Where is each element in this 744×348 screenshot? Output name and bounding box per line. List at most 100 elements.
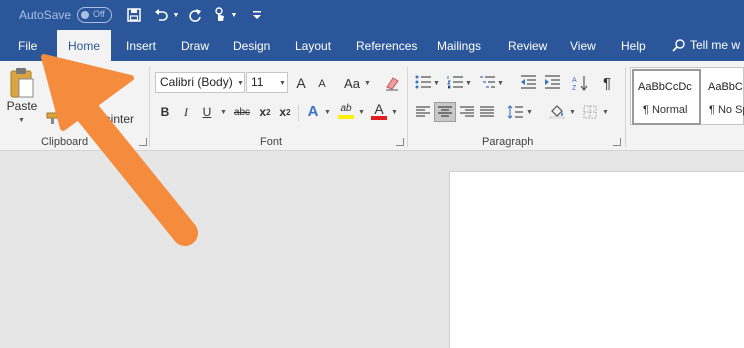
superscript-button[interactable]: x2 — [276, 103, 294, 121]
multilevel-dropdown-icon[interactable]: ▼ — [497, 80, 504, 87]
bullets-icon[interactable] — [414, 73, 432, 91]
paste-icon[interactable] — [6, 65, 38, 101]
title-bar: AutoSave Off ▼ ▼ — [0, 0, 744, 30]
lightbulb-icon — [672, 39, 685, 52]
paste-dropdown-icon[interactable]: ▼ — [18, 117, 25, 124]
text-effects-dropdown-icon[interactable]: ▼ — [324, 109, 331, 116]
increase-indent-icon[interactable] — [542, 73, 562, 91]
group-divider — [407, 67, 408, 147]
italic-button[interactable]: I — [178, 103, 194, 121]
sort-icon[interactable]: AZ — [571, 73, 589, 93]
subscript-x: x — [259, 105, 267, 119]
highlight-button[interactable]: ab — [336, 101, 356, 121]
change-case-dropdown-icon[interactable]: ▼ — [364, 80, 371, 87]
align-center-icon[interactable] — [434, 102, 456, 122]
customize-qat-icon[interactable] — [251, 5, 263, 25]
align-right-icon[interactable] — [458, 103, 476, 121]
grow-font-button[interactable]: A — [292, 73, 310, 93]
style-normal-sample: AaBbCcDc — [638, 81, 692, 93]
tab-mailings[interactable]: Mailings — [437, 39, 481, 53]
superscript-mark: 2 — [286, 107, 291, 117]
style-nospacing-name: ¶ No Sp — [709, 104, 744, 116]
text-effects-button[interactable]: A — [304, 101, 322, 121]
font-color-glyph: A — [374, 101, 384, 117]
group-divider — [625, 67, 626, 147]
clipboard-launcher-icon[interactable] — [139, 138, 147, 146]
style-normal[interactable]: AaBbCcDc ¶ Normal — [632, 69, 701, 125]
font-name-box[interactable]: Calibri (Body) — [155, 72, 245, 93]
redo-icon[interactable] — [186, 5, 204, 25]
style-normal-name: ¶ Normal — [643, 104, 688, 116]
multilevel-list-icon[interactable] — [478, 73, 496, 91]
line-spacing-dropdown-icon[interactable]: ▼ — [526, 109, 533, 116]
highlight-glyph: ab — [340, 103, 352, 114]
style-nospacing-sample: AaBbC — [708, 81, 743, 93]
tab-references[interactable]: References — [356, 39, 417, 53]
style-no-spacing[interactable]: AaBbC ¶ No Sp — [703, 69, 744, 125]
svg-text:Z: Z — [572, 85, 577, 91]
font-launcher-icon[interactable] — [396, 138, 404, 146]
group-divider — [149, 67, 150, 147]
clear-formatting-icon[interactable] — [382, 73, 402, 93]
paragraph-launcher-icon[interactable] — [613, 138, 621, 146]
change-case-button[interactable]: Aa — [340, 73, 364, 93]
paste-label[interactable]: Paste — [6, 99, 38, 113]
borders-icon[interactable] — [581, 103, 599, 121]
font-group-label: Font — [260, 136, 283, 148]
shading-icon[interactable] — [547, 101, 567, 121]
shading-dropdown-icon[interactable]: ▼ — [569, 109, 576, 116]
line-spacing-icon[interactable] — [506, 103, 524, 121]
autosave-toggle[interactable]: Off — [77, 7, 112, 23]
undo-dropdown-icon[interactable]: ▼ — [171, 5, 181, 25]
tab-review[interactable]: Review — [508, 39, 547, 53]
highlight-color-bar — [338, 115, 354, 119]
shrink-font-button[interactable]: A — [314, 75, 330, 93]
font-color-bar — [371, 116, 387, 120]
numbering-icon[interactable] — [446, 73, 464, 91]
tab-insert[interactable]: Insert — [126, 39, 156, 53]
font-divider — [298, 105, 299, 121]
font-name-dropdown-icon[interactable]: ▼ — [237, 80, 244, 87]
subscript-button[interactable]: x2 — [256, 103, 274, 121]
clipboard-group-label: Clipboard — [41, 136, 89, 148]
justify-icon[interactable] — [478, 103, 496, 121]
tab-design[interactable]: Design — [233, 39, 270, 53]
format-painter-icon[interactable] — [44, 111, 62, 125]
bullets-dropdown-icon[interactable]: ▼ — [433, 80, 440, 87]
strikethrough-button[interactable]: abc — [230, 103, 254, 121]
font-color-dropdown-icon[interactable]: ▼ — [391, 109, 398, 116]
numbering-dropdown-icon[interactable]: ▼ — [465, 80, 472, 87]
styles-gallery: AaBbCcDc ¶ Normal AaBbC ¶ No Sp — [630, 67, 744, 125]
touch-mode-icon[interactable] — [210, 5, 228, 25]
document-page[interactable] — [449, 171, 744, 348]
svg-text:A: A — [572, 77, 577, 84]
underline-dropdown-icon[interactable]: ▼ — [220, 109, 227, 116]
font-size-dropdown-icon[interactable]: ▼ — [279, 80, 286, 87]
autosave-label: AutoSave — [19, 8, 72, 22]
font-size-value: 11 — [251, 75, 264, 89]
font-name-value: Calibri (Body) — [160, 75, 233, 89]
borders-dropdown-icon[interactable]: ▼ — [602, 109, 609, 116]
bold-button[interactable]: B — [157, 103, 173, 121]
save-icon[interactable] — [124, 5, 144, 25]
tab-draw[interactable]: Draw — [181, 39, 209, 53]
tab-help[interactable]: Help — [621, 39, 646, 53]
show-formatting-marks-button[interactable]: ¶ — [599, 73, 615, 93]
undo-icon[interactable] — [152, 5, 170, 25]
toggle-knob — [81, 11, 89, 19]
underline-button[interactable]: U — [199, 103, 215, 121]
touch-dropdown-icon[interactable]: ▼ — [229, 5, 239, 25]
tell-me-box[interactable]: Tell me w — [672, 38, 740, 52]
tab-file[interactable]: File — [18, 39, 37, 53]
superscript-x: x — [279, 105, 287, 119]
format-painter-label[interactable]: ainter — [104, 112, 142, 126]
tab-home[interactable]: Home — [57, 30, 112, 61]
font-color-button[interactable]: A — [370, 101, 388, 121]
paragraph-group-label: Paragraph — [482, 136, 534, 148]
decrease-indent-icon[interactable] — [518, 73, 538, 91]
highlight-dropdown-icon[interactable]: ▼ — [358, 109, 365, 116]
ribbon-tabs: File Home Insert Draw Design Layout Refe… — [0, 30, 744, 61]
tab-view[interactable]: View — [570, 39, 596, 53]
tab-layout[interactable]: Layout — [295, 39, 331, 53]
align-left-icon[interactable] — [414, 103, 432, 121]
